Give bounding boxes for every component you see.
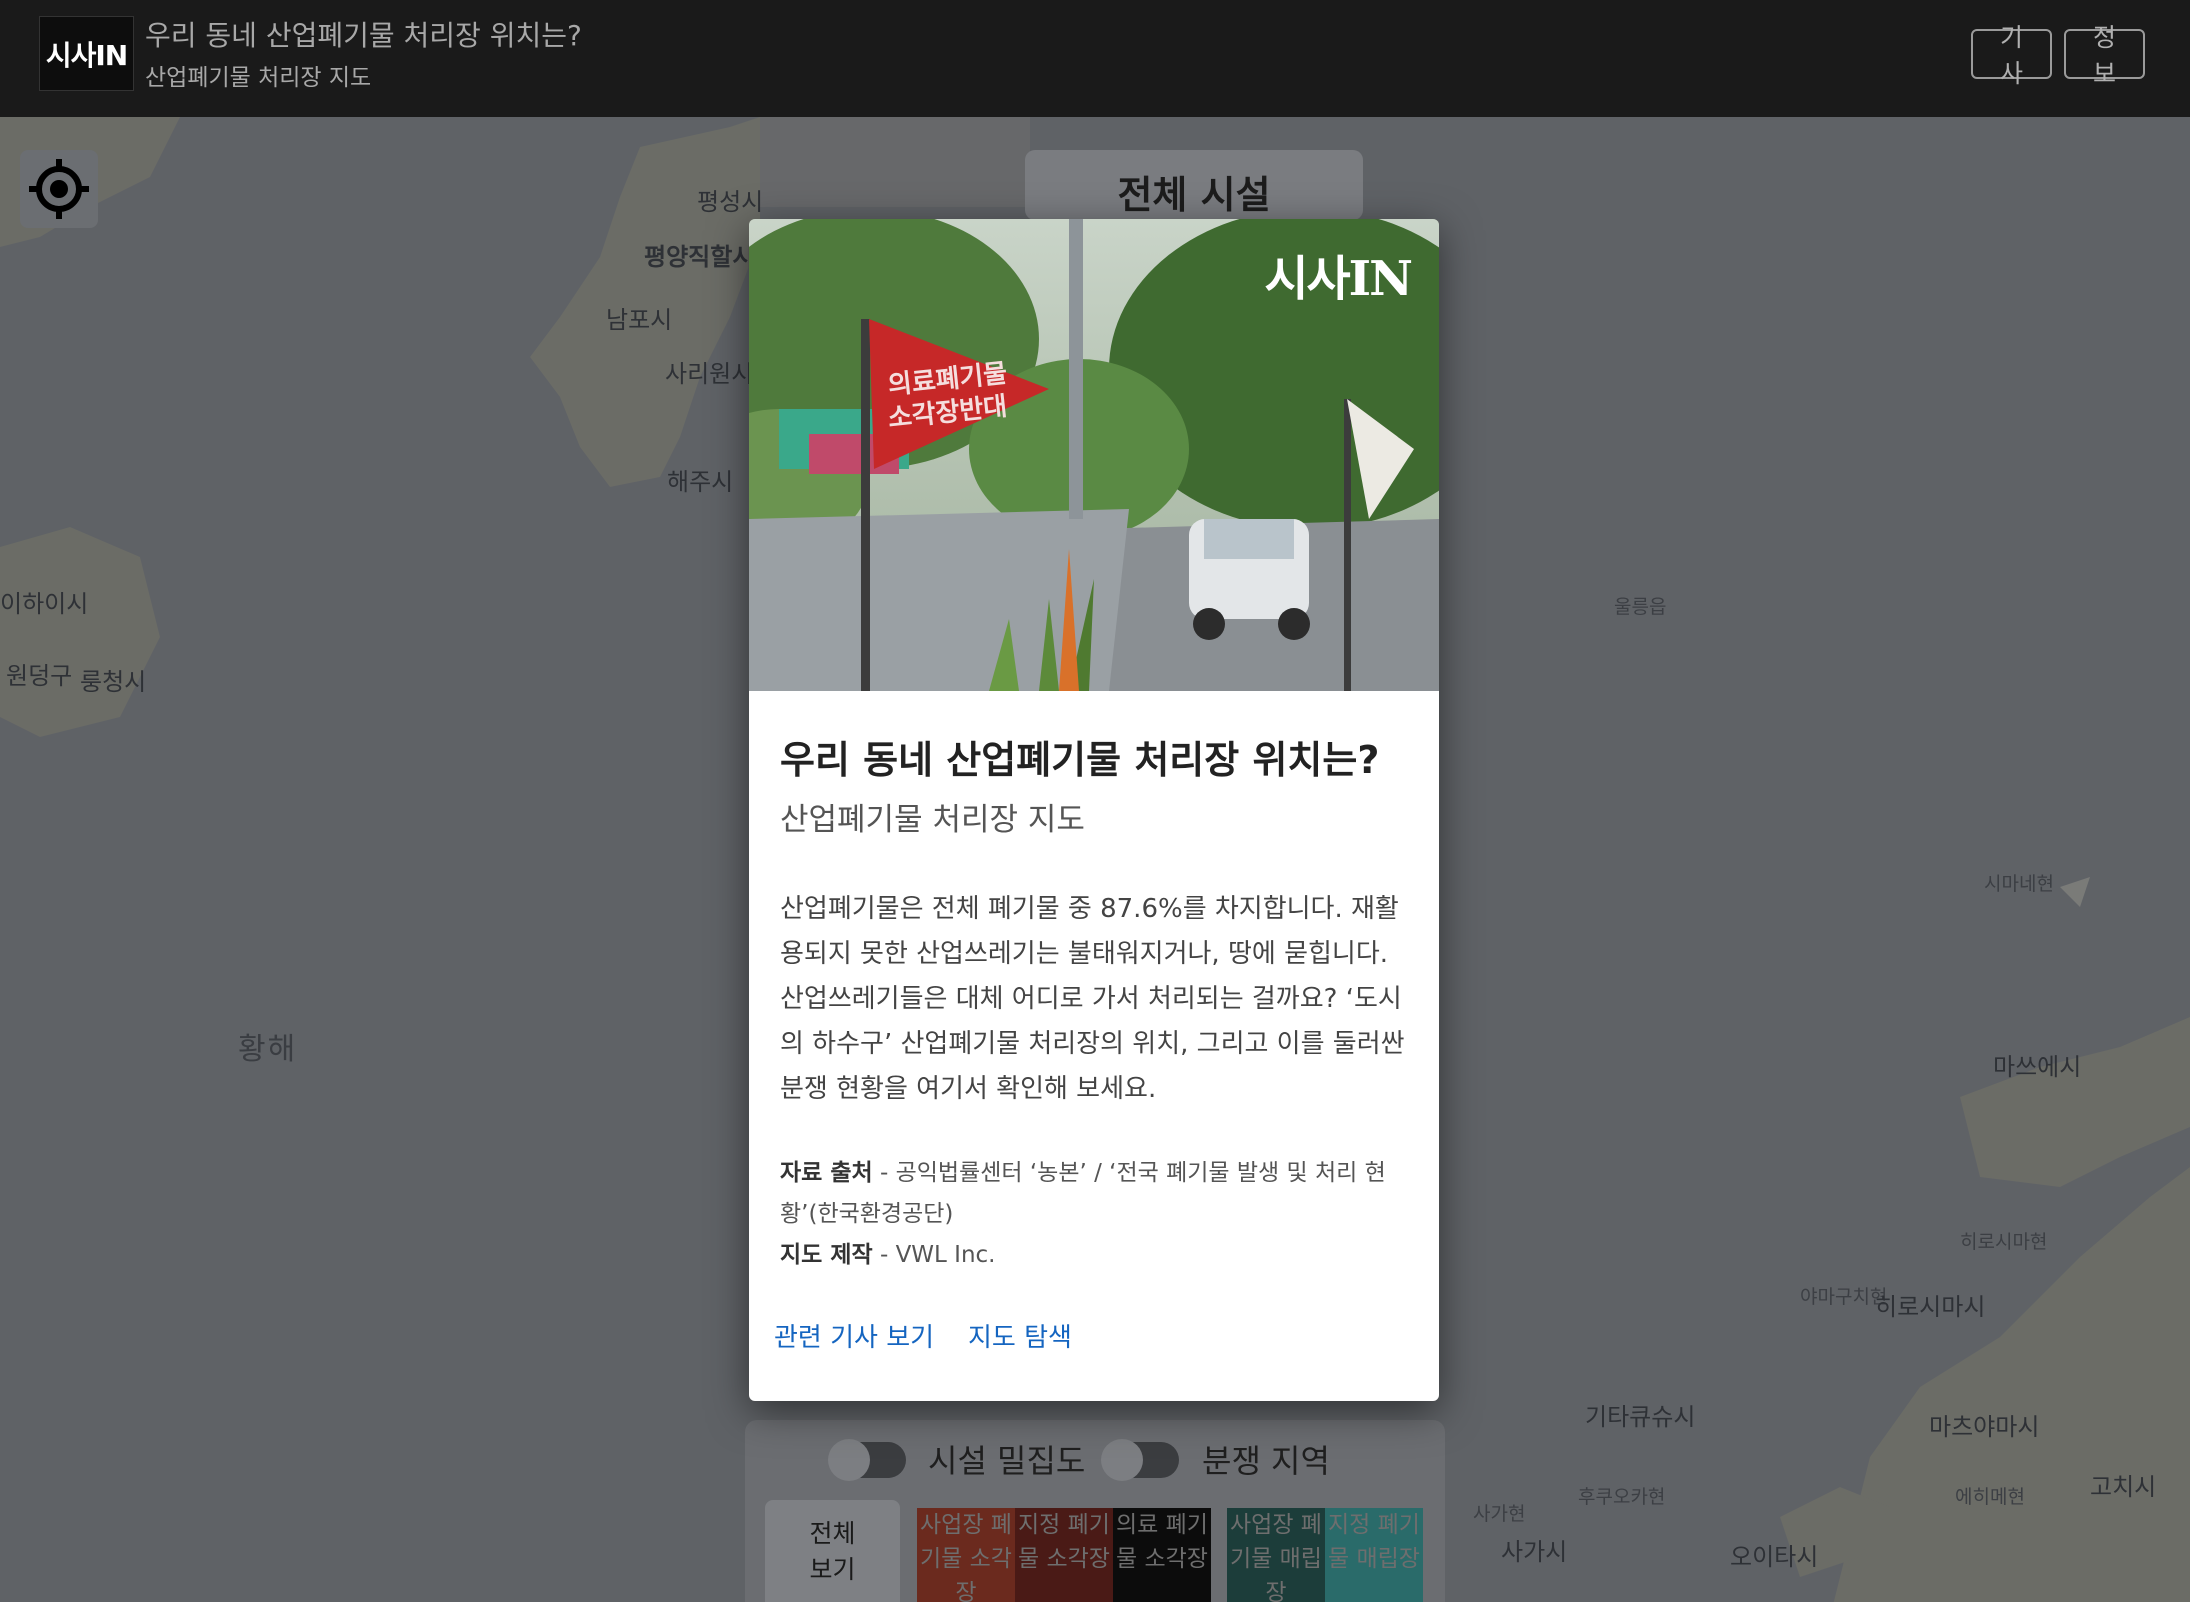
- category-designated-incinerator[interactable]: 지정 폐기물 소각장: [1015, 1508, 1113, 1602]
- show-all-label: 전체 보기: [809, 1519, 856, 1584]
- density-toggle[interactable]: [828, 1439, 906, 1481]
- show-all-button[interactable]: 전체 보기: [765, 1500, 900, 1602]
- maker-text: - VWL Inc.: [872, 1242, 996, 1268]
- toggle-knob: [1101, 1439, 1143, 1481]
- map-label-yellow-sea: 황해: [238, 1032, 298, 1067]
- map-label-haeju: 해주시: [667, 468, 734, 496]
- map-label-wendeng: 원덩구: [6, 662, 73, 690]
- sisain-logo[interactable]: 시사IN: [39, 16, 134, 91]
- category-designated-landfill[interactable]: 지정 폐기물 매립장: [1325, 1508, 1423, 1602]
- app-subtitle: 산업폐기물 처리장 지도: [145, 65, 372, 91]
- map-label-hiroshima-pref: 히로시마현: [1960, 1231, 2048, 1253]
- map-label-saga-pref: 사가현: [1473, 1503, 1526, 1525]
- toggle-knob: [828, 1439, 870, 1481]
- hero-image: 의료폐기물 소각장반대 시사IN: [749, 219, 1439, 691]
- map-label-fukuoka-pref: 후쿠오카현: [1578, 1486, 1666, 1508]
- category-medical-incinerator[interactable]: 의료 폐기물 소각장: [1113, 1508, 1211, 1602]
- map-label-weihai: 이하이시: [0, 590, 89, 618]
- category-business-landfill[interactable]: 사업장 폐기물 매립장: [1227, 1508, 1325, 1602]
- map-label-hiroshima: 히로시마시: [1875, 1293, 1986, 1321]
- map-label-nampo: 남포시: [606, 306, 673, 334]
- map-label-rongcheng: 룽청시: [80, 668, 147, 696]
- source-line: 자료 출처 - 공익법률센터 ‘농본’ / ‘전국 폐기물 발생 및 처리 현황…: [780, 1153, 1410, 1235]
- crosshair-icon: [29, 159, 89, 219]
- conflict-label: 분쟁 지역: [1202, 1442, 1330, 1480]
- intro-modal: 의료폐기물 소각장반대 시사IN 우리 동네 산업폐기물 처리장 위치는? 산업…: [749, 219, 1439, 1401]
- hero-sisain-logo: 시사IN: [1264, 251, 1413, 307]
- map-label-oita: 오이타시: [1730, 1543, 1819, 1571]
- conflict-toggle[interactable]: [1101, 1439, 1179, 1481]
- app-title: 우리 동네 산업폐기물 처리장 위치는?: [145, 19, 582, 52]
- modal-title: 우리 동네 산업폐기물 처리장 위치는?: [780, 738, 1380, 782]
- locate-me-button[interactable]: [20, 150, 98, 228]
- map-label-pyeongseong: 평성시: [697, 188, 764, 216]
- maker-line: 지도 제작 - VWL Inc.: [780, 1235, 1410, 1276]
- density-label: 시설 밀집도: [928, 1442, 1086, 1480]
- category-business-incinerator[interactable]: 사업장 폐기물 소각장: [917, 1508, 1015, 1602]
- facility-title: 전체 시설: [1117, 173, 1271, 217]
- map-label-sariwon: 사리원시: [665, 360, 754, 388]
- map-label-saga: 사가시: [1501, 1538, 1568, 1566]
- map-label-ehime: 에히메현: [1955, 1486, 2025, 1508]
- modal-credits: 자료 출처 - 공익법률센터 ‘농본’ / ‘전국 폐기물 발생 및 처리 현황…: [780, 1153, 1410, 1276]
- maker-label: 지도 제작: [780, 1242, 873, 1268]
- modal-description: 산업폐기물은 전체 폐기물 중 87.6%를 차지합니다. 재활용되지 못한 산…: [780, 894, 1405, 1104]
- map-label-kitakyushu: 기타큐슈시: [1585, 1403, 1696, 1431]
- map-label-matsuyama: 마츠야마시: [1929, 1413, 2040, 1441]
- info-button[interactable]: 정보: [2064, 23, 2145, 88]
- modal-subtitle: 산업폐기물 처리장 지도: [780, 802, 1085, 838]
- map-label-shimane: 시마네현: [1984, 873, 2054, 895]
- source-label: 자료 출처: [780, 1160, 873, 1186]
- related-article-link[interactable]: 관련 기사 보기: [774, 1317, 934, 1354]
- facility-title-panel: 전체 시설: [1025, 150, 1363, 220]
- map-label-kochi: 고치시: [2090, 1473, 2157, 1501]
- map-label-matsue: 마쓰에시: [1993, 1053, 2082, 1081]
- explore-map-link[interactable]: 지도 탐색: [968, 1317, 1072, 1354]
- app-header: 시사IN 우리 동네 산업폐기물 처리장 위치는? 산업폐기물 처리장 지도 기…: [0, 0, 2190, 117]
- map-label-ulleung: 울릉읍: [1614, 596, 1667, 618]
- article-button[interactable]: 기사: [1971, 23, 2052, 88]
- map-label-pyongyang: 평양직할시: [644, 243, 755, 271]
